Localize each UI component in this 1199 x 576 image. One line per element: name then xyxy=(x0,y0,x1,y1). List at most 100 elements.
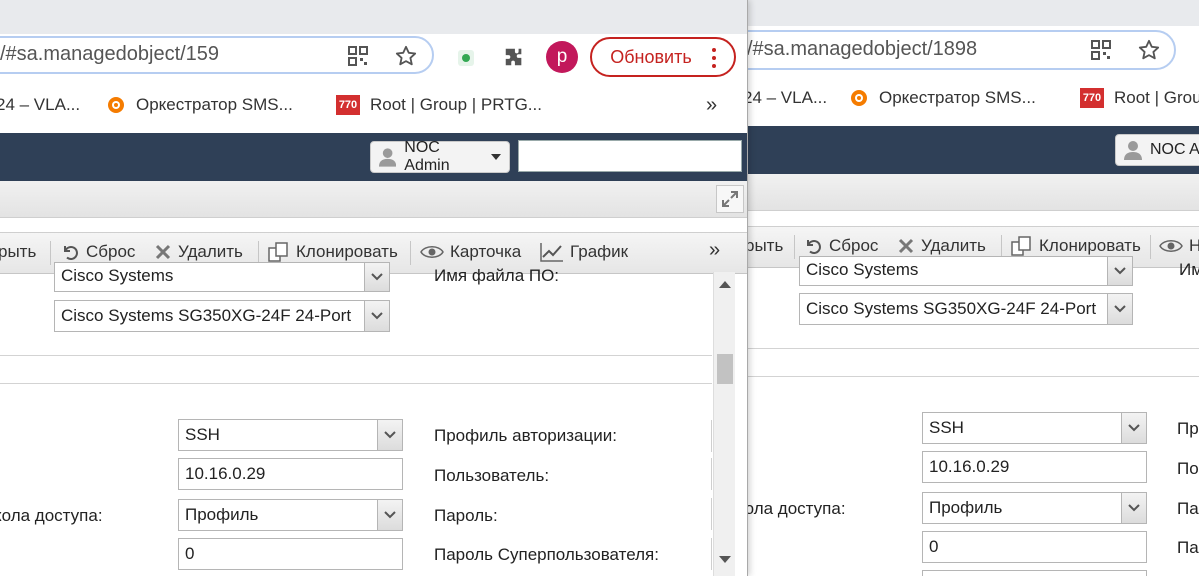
update-browser-button[interactable]: Обновить xyxy=(590,37,736,77)
vendor-value: Cisco Systems xyxy=(61,266,174,285)
password-label: Пароль: xyxy=(434,506,498,525)
graph-button[interactable]: График xyxy=(540,242,628,262)
port-field[interactable]: 0 xyxy=(178,538,403,570)
scroll-down-icon[interactable] xyxy=(718,554,732,566)
auth-profile-label: Профиль авторизации: xyxy=(434,426,617,445)
platform-select[interactable]: Cisco Systems SG350XG-24F 24-Port xyxy=(799,293,1133,325)
super-password-label: Пароль Суперпользователя: xyxy=(434,545,659,564)
address-value: 10.16.0.29 xyxy=(929,457,1010,476)
chart-line-icon xyxy=(540,243,563,262)
chevron-down-icon xyxy=(491,154,501,160)
access-protocol-label: кола доступа: xyxy=(0,506,103,525)
reset-label: Сброс xyxy=(829,236,879,255)
extra-field[interactable] xyxy=(922,570,1147,576)
undo-icon xyxy=(807,240,821,254)
address-url: /#sa.managedobject/1898 xyxy=(747,38,978,60)
prtg-icon: 770 xyxy=(1080,88,1104,108)
bookmark-vlan[interactable]: 24 – VLA... xyxy=(0,93,80,117)
menu-kebab-icon xyxy=(712,47,716,74)
chevron-down-icon[interactable] xyxy=(1121,493,1146,523)
bookmark-star-icon[interactable] xyxy=(1137,38,1161,62)
user-icon xyxy=(1124,141,1142,160)
qr-code-icon[interactable] xyxy=(346,44,370,68)
reset-button[interactable]: Сброс xyxy=(60,242,135,262)
firmware-label: Им xyxy=(1179,260,1199,279)
platform-select[interactable]: Cisco Systems SG350XG-24F 24-Port xyxy=(54,300,390,332)
scheme-select[interactable]: SSH xyxy=(922,412,1147,444)
card-label: Н xyxy=(1189,236,1199,255)
access-level-value: Профиль xyxy=(929,498,1003,517)
chevron-down-icon[interactable] xyxy=(1107,257,1132,285)
extensions-puzzle-icon[interactable] xyxy=(502,45,526,69)
extension-green-icon[interactable] xyxy=(456,48,476,68)
vendor-value: Cisco Systems xyxy=(806,260,919,279)
delete-x-icon xyxy=(155,244,171,260)
panel-header xyxy=(0,181,747,218)
vendor-select[interactable]: Cisco Systems xyxy=(799,256,1133,286)
firmware-label: Имя файла ПО: xyxy=(434,266,560,285)
platform-value: Cisco Systems SG350XG-24F 24-Port xyxy=(61,306,352,325)
address-field[interactable]: 10.16.0.29 xyxy=(178,458,403,490)
bookmark-prtg[interactable]: 770 Root | Grou xyxy=(1080,86,1199,110)
user-menu-button[interactable]: NOC Ac xyxy=(1115,134,1199,166)
address-field[interactable]: 10.16.0.29 xyxy=(922,451,1147,483)
user-menu-button[interactable]: NOC Admin xyxy=(370,139,510,174)
chevron-down-icon[interactable] xyxy=(377,420,402,450)
access-protocol-label: кола доступа: xyxy=(747,499,846,518)
delete-button[interactable]: Удалить xyxy=(154,242,243,262)
bookmark-orchestrator[interactable]: Оркестратор SMS... xyxy=(849,86,1036,110)
auth-profile-label: Пр xyxy=(1177,419,1199,438)
chevron-down-icon[interactable] xyxy=(1121,413,1146,443)
clone-button[interactable]: Клонировать xyxy=(268,242,398,262)
chevron-down-icon[interactable] xyxy=(377,500,402,530)
toolbar-overflow-button[interactable]: » xyxy=(709,239,720,262)
card-button[interactable]: Н xyxy=(1159,236,1199,256)
address-url: /#sa.managedobject/159 xyxy=(0,43,220,65)
app-header-bar: NOC Ac xyxy=(747,126,1199,174)
bookmarks-bar: 24 – VLA... Оркестратор SMS... 770 Root … xyxy=(0,81,747,129)
bookmark-prtg[interactable]: 770 Root | Group | PRTG... xyxy=(336,93,542,117)
scheme-value: SSH xyxy=(185,425,220,444)
header-search-input[interactable] xyxy=(518,140,742,172)
access-level-select[interactable]: Профиль xyxy=(178,499,403,531)
open-button[interactable]: рыть xyxy=(747,236,783,256)
maximize-icon[interactable] xyxy=(716,185,744,213)
port-value: 0 xyxy=(929,537,939,556)
chevron-down-icon[interactable] xyxy=(1107,294,1132,324)
scrollbar-thumb[interactable] xyxy=(717,354,733,384)
form-scrollbar[interactable] xyxy=(713,272,735,576)
bookmark-vlan[interactable]: 24 – VLA... xyxy=(747,86,827,110)
scroll-up-icon[interactable] xyxy=(718,278,732,290)
bookmark-star-icon[interactable] xyxy=(394,44,418,68)
delete-button[interactable]: Удалить xyxy=(897,236,986,256)
reset-button[interactable]: Сброс xyxy=(803,236,878,256)
browser-window-right: /#sa.managedobject/1898 24 – VLA... Орке… xyxy=(747,0,1199,576)
clone-icon xyxy=(1011,236,1031,256)
vendor-select[interactable]: Cisco Systems xyxy=(54,262,390,292)
qr-code-icon[interactable] xyxy=(1089,38,1113,62)
clone-button[interactable]: Клонировать xyxy=(1011,236,1141,256)
address-bar[interactable]: /#sa.managedobject/159 xyxy=(0,36,434,74)
grafana-icon xyxy=(106,95,126,115)
bookmark-orchestrator[interactable]: Оркестратор SMS... xyxy=(106,93,293,117)
chevron-down-icon[interactable] xyxy=(364,301,389,331)
port-field[interactable]: 0 xyxy=(922,531,1147,563)
password-label: Па xyxy=(1177,499,1199,518)
bookmark-label: Root | Grou xyxy=(1114,88,1199,107)
user-label: По xyxy=(1177,459,1199,478)
graph-label: График xyxy=(570,242,629,261)
open-button[interactable]: рыть xyxy=(0,242,36,262)
chevron-down-icon[interactable] xyxy=(364,263,389,291)
scheme-select[interactable]: SSH xyxy=(178,419,403,451)
address-bar[interactable]: /#sa.managedobject/1898 xyxy=(747,30,1176,70)
tab-strip xyxy=(747,0,1199,26)
delete-x-icon xyxy=(898,238,914,254)
bookmarks-overflow-button[interactable]: » xyxy=(706,93,717,117)
bookmark-label: Оркестратор SMS... xyxy=(136,95,293,114)
super-password-label: Па xyxy=(1177,538,1199,557)
profile-avatar[interactable]: p xyxy=(546,41,578,73)
grafana-icon xyxy=(849,88,869,108)
card-button[interactable]: Карточка xyxy=(420,242,521,262)
clone-label: Клонировать xyxy=(296,242,398,261)
access-level-select[interactable]: Профиль xyxy=(922,492,1147,524)
